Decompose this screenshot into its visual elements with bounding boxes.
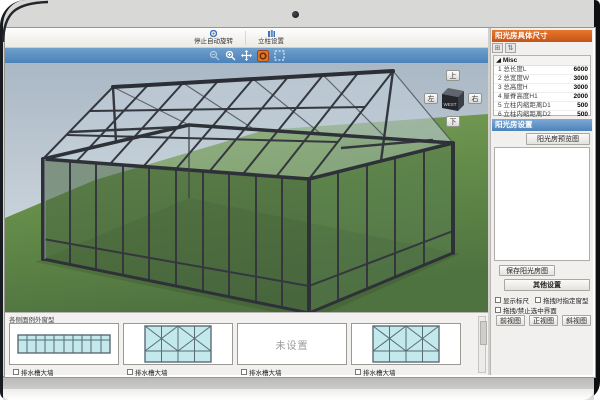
bottom-panel: 各侧面例外窗型 未设置 排水槽大墙 排水槽大墙 排水槽大墙 排水槽大墙	[5, 312, 488, 377]
preview-image-button[interactable]: 阳光房预览图	[526, 133, 590, 145]
property-value[interactable]: 3000	[574, 75, 588, 83]
gutter-wall-checkbox-1[interactable]: 排水槽大墙	[13, 367, 54, 377]
oblique-view-button[interactable]: 斜视图	[562, 315, 591, 326]
other-settings-header: 其他设置	[504, 279, 590, 291]
categorized-view-icon[interactable]: ⊞	[492, 43, 503, 53]
checkbox-icon[interactable]	[241, 369, 247, 375]
nav-cube-widget: 上 左 右 下 WEST	[424, 70, 482, 134]
checkbox-label: 排水槽大墙	[363, 370, 396, 377]
property-value[interactable]: 2000	[574, 93, 588, 101]
gutter-wall-checkbox-3[interactable]: 排水槽大墙	[241, 367, 282, 377]
nav-cube-icon[interactable]: WEST	[439, 84, 469, 114]
drag-lock-checkbox[interactable]: 拖拽/禁止选中界面	[495, 305, 557, 315]
right-panel: 阳光房具体尺寸 ⊞ ⇅ ◢ Misc 1 总长度L 6000 2 总宽度W 30…	[490, 28, 593, 375]
property-row[interactable]: 3 总高度H 3000	[494, 84, 590, 93]
side-window-card-1[interactable]	[9, 323, 119, 365]
save-sunroom-button[interactable]: 保存阳光房图	[499, 265, 555, 276]
nav-down-button[interactable]: 下	[446, 116, 460, 127]
front-view-button[interactable]: 前视图	[496, 315, 525, 326]
auto-rotate-button[interactable]: 停止自动旋转	[191, 29, 236, 46]
column-settings-icon	[267, 30, 275, 37]
property-row[interactable]: 1 总长度L 6000	[494, 66, 590, 75]
property-row[interactable]: 5 立柱内缩距离D1 500	[494, 102, 590, 111]
sunroom-3d-render	[5, 48, 488, 312]
property-value[interactable]: 500	[577, 102, 588, 110]
camera-icon	[292, 11, 299, 18]
checkbox-icon[interactable]	[355, 369, 361, 375]
sort-alpha-icon[interactable]: ⇅	[505, 43, 516, 53]
nav-cube-face-label: WEST	[444, 102, 457, 107]
preview-area	[494, 147, 590, 261]
marquee-select-icon[interactable]	[274, 50, 285, 61]
zoom-in-icon[interactable]	[225, 50, 236, 61]
sunroom-settings-title: 阳光房设置	[492, 119, 592, 131]
property-label: 1 总长度L	[498, 66, 527, 73]
dimensions-panel-title: 阳光房具体尺寸	[492, 30, 592, 42]
checkbox-icon[interactable]	[495, 297, 501, 303]
drag-window-type-checkbox[interactable]: 拖拽时指定窗型	[535, 295, 589, 305]
property-label: 6 立柱内缩距离D2	[498, 111, 551, 118]
checkbox-label: 显示标尺	[503, 298, 529, 305]
show-ruler-checkbox[interactable]: 显示标尺	[495, 295, 529, 305]
device-corner-line	[1, 0, 49, 43]
nav-right-button[interactable]: 右	[468, 93, 482, 104]
device-bottom-lip	[3, 389, 594, 400]
checkbox-label: 排水槽大墙	[135, 370, 168, 377]
property-grid-toolbar: ⊞ ⇅	[492, 43, 516, 54]
viewport-3d[interactable]: 上 左 右 下 WEST	[5, 48, 488, 312]
auto-rotate-label: 停止自动旋转	[194, 38, 233, 45]
property-grid[interactable]: ◢ Misc 1 总长度L 6000 2 总宽度W 3000 3 总高度H 30…	[493, 55, 591, 120]
gutter-wall-checkbox-2[interactable]: 排水槽大墙	[127, 367, 168, 377]
gutter-wall-checkbox-4[interactable]: 排水槽大墙	[355, 367, 396, 377]
rotate-icon[interactable]	[256, 49, 269, 62]
screenshot-page: 停止自动旋转 立柱设置 上 左 右 下 WEST 阳光房具体尺寸 ⊞ ⇅ ◢ M…	[0, 0, 600, 400]
toolbar-divider	[245, 30, 246, 45]
zoom-out-icon[interactable]	[209, 50, 220, 61]
window-grid-thumbnail	[17, 334, 111, 354]
checkbox-icon[interactable]	[13, 369, 19, 375]
property-value[interactable]: 500	[577, 111, 588, 119]
pan-icon[interactable]	[240, 50, 252, 61]
property-label: 5 立柱内缩距离D1	[498, 102, 551, 109]
viewport-toolbar	[5, 48, 488, 63]
view-buttons-row: 前视图 正视图 斜视图	[496, 315, 591, 326]
property-value[interactable]: 3000	[574, 84, 588, 92]
folding-door-thumbnail	[372, 325, 440, 363]
checkbox-label: 拖拽/禁止选中界面	[503, 308, 557, 315]
checkbox-label: 拖拽时指定窗型	[543, 298, 589, 305]
checkbox-icon[interactable]	[127, 369, 133, 375]
side-window-card-3[interactable]: 未设置	[237, 323, 347, 365]
nav-up-button[interactable]: 上	[446, 70, 460, 81]
property-row[interactable]: 2 总宽度W 3000	[494, 75, 590, 84]
settings-checkbox-row-2: 拖拽/禁止选中界面	[495, 305, 557, 315]
main-view-button[interactable]: 正视图	[529, 315, 558, 326]
property-row[interactable]: 4 屋脊高度H1 2000	[494, 93, 590, 102]
column-settings-label: 立柱设置	[258, 38, 284, 45]
property-value[interactable]: 6000	[574, 66, 588, 74]
checkbox-icon[interactable]	[495, 307, 501, 313]
checkbox-label: 排水槽大墙	[249, 370, 282, 377]
side-window-card-2[interactable]	[123, 323, 233, 365]
auto-rotate-icon	[210, 30, 217, 37]
bottom-panel-scrollbar[interactable]	[478, 316, 487, 373]
nav-left-button[interactable]: 左	[424, 93, 438, 104]
column-settings-button[interactable]: 立柱设置	[255, 29, 287, 46]
top-toolbar: 停止自动旋转 立柱设置	[5, 28, 490, 48]
settings-checkbox-row-1: 显示标尺 拖拽时指定窗型	[495, 295, 589, 305]
property-category[interactable]: ◢ Misc	[494, 56, 590, 66]
property-label: 2 总宽度W	[498, 75, 530, 82]
property-label: 4 屋脊高度H1	[498, 93, 538, 100]
app-screen: 停止自动旋转 立柱设置 上 左 右 下 WEST 阳光房具体尺寸 ⊞ ⇅ ◢ M…	[4, 27, 596, 378]
folding-door-thumbnail	[144, 325, 212, 363]
property-label: 3 总高度H	[498, 84, 528, 91]
checkbox-icon[interactable]	[535, 297, 541, 303]
not-set-label: 未设置	[275, 340, 309, 352]
category-label: Misc	[502, 57, 518, 64]
side-window-card-4[interactable]	[351, 323, 461, 365]
scrollbar-thumb[interactable]	[479, 321, 487, 345]
checkbox-label: 排水槽大墙	[21, 370, 54, 377]
